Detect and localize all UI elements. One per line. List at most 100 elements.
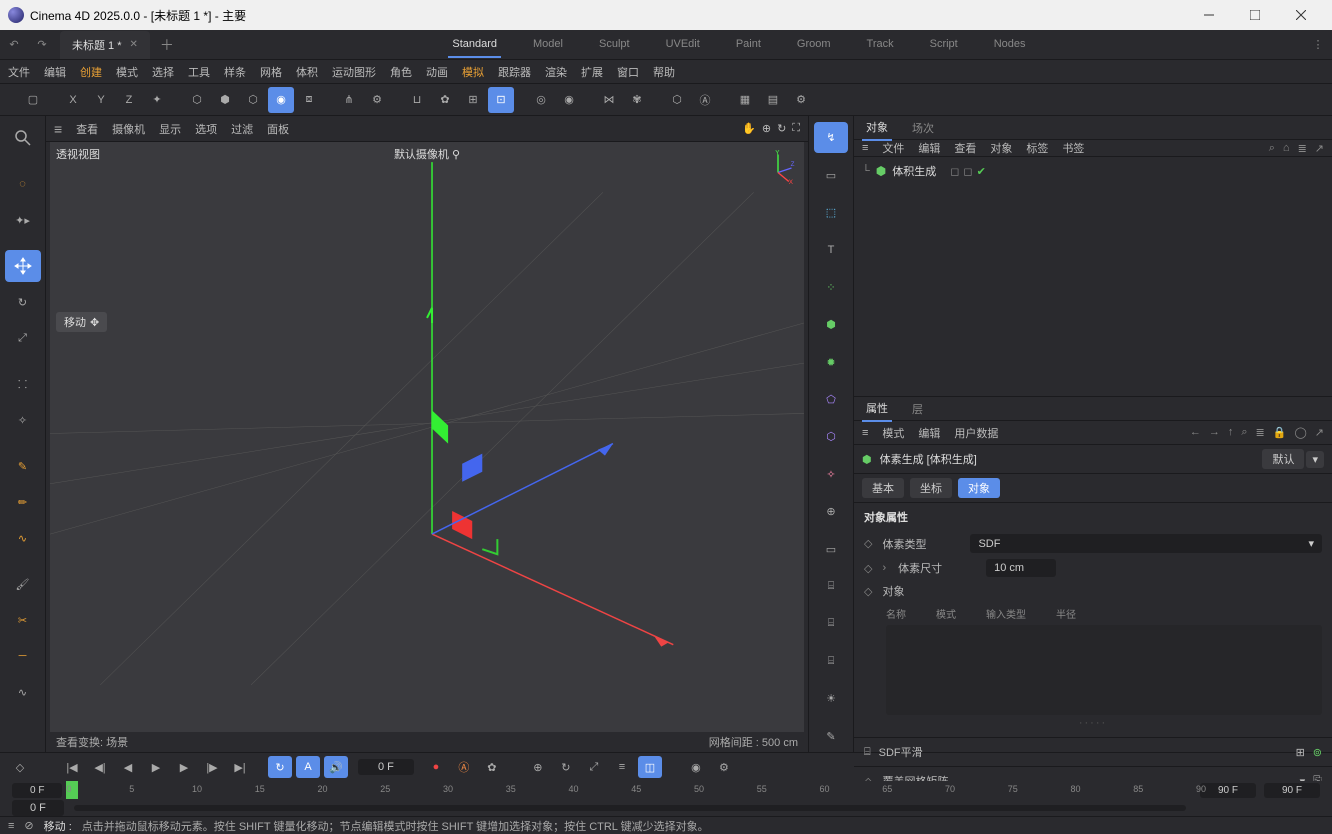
joint-icon[interactable]: ⋔	[336, 87, 362, 113]
spline-smooth-icon[interactable]: ∿	[5, 522, 41, 554]
vp-rotate-icon[interactable]: ↻	[777, 122, 786, 135]
axis-y-button[interactable]: Y	[88, 87, 114, 113]
attr-filter-icon[interactable]: ≣	[1256, 426, 1265, 439]
vp-zoom-icon[interactable]: ⊕	[762, 122, 771, 135]
scale-tool-button[interactable]: ⤢	[5, 322, 41, 354]
tl-prevframe-button[interactable]: ◀	[116, 756, 140, 778]
axis-z-button[interactable]: Z	[116, 87, 142, 113]
attr-preset-arrow[interactable]: ▾	[1306, 451, 1324, 468]
attr-lock-icon[interactable]: 🔒	[1273, 426, 1287, 439]
obj-menu-file[interactable]: 文件	[882, 140, 904, 156]
enabled-check-icon[interactable]: ✔	[977, 165, 986, 178]
status-hamburger-icon[interactable]: ≡	[8, 820, 14, 832]
spline-pen-icon[interactable]: ✎	[5, 450, 41, 482]
particles-icon[interactable]: ⁘	[814, 272, 848, 303]
workplane-icon[interactable]: ⊡	[488, 87, 514, 113]
mode-paint[interactable]: Paint	[732, 32, 765, 58]
mode-standard[interactable]: Standard	[448, 32, 501, 58]
maximize-button[interactable]	[1232, 0, 1278, 30]
text-icon[interactable]: T	[814, 234, 848, 265]
menu-tools[interactable]: 工具	[188, 64, 210, 80]
spline-palette-icon[interactable]: ↯	[814, 122, 848, 153]
component-edges-icon[interactable]: ✧	[5, 404, 41, 436]
rotate-tool-button[interactable]: ↻	[5, 286, 41, 318]
tl-a-button[interactable]: A	[296, 756, 320, 778]
tab-layers[interactable]: 层	[908, 397, 927, 421]
timeline-ruler[interactable]: 0 F 051015202530354045505560657075808590…	[0, 781, 1332, 799]
lasso-icon[interactable]: ∿	[5, 676, 41, 708]
object-name[interactable]: 体积生成	[892, 163, 936, 179]
mode-script[interactable]: Script	[926, 32, 962, 58]
sub-tab-object[interactable]: 对象	[958, 478, 1000, 498]
menu-spline[interactable]: 样条	[224, 64, 246, 80]
hex1-icon[interactable]: ⬡	[184, 87, 210, 113]
circle2-icon[interactable]: ◉	[556, 87, 582, 113]
gear2-icon[interactable]: ✹	[814, 346, 848, 377]
attr-search-icon[interactable]: ⌕	[1241, 426, 1247, 439]
attr-back-icon[interactable]: ←	[1190, 426, 1201, 439]
timeline-end-b[interactable]: 90 F	[1264, 783, 1320, 798]
frame-icon[interactable]: ▭	[814, 533, 848, 564]
tl-start-button[interactable]: |◀	[60, 756, 84, 778]
menu-volume[interactable]: 体积	[296, 64, 318, 80]
search-icon[interactable]	[5, 122, 41, 154]
attr-menu-edit[interactable]: 编辑	[918, 425, 940, 441]
tl-pla-icon[interactable]: ◫	[638, 756, 662, 778]
obj-menu-object[interactable]: 对象	[990, 140, 1012, 156]
menu-mesh[interactable]: 网格	[260, 64, 282, 80]
menu-help[interactable]: 帮助	[653, 64, 675, 80]
tl-record-button[interactable]: ●	[424, 756, 448, 778]
edit-panel-icon[interactable]: ✎	[814, 721, 848, 752]
vp-menu-panel[interactable]: 面板	[267, 121, 289, 137]
document-tab[interactable]: 未标题 1 * ✕	[60, 31, 150, 59]
add-tab-button[interactable]: ＋	[160, 35, 174, 55]
tl-sound-button[interactable]: 🔊	[324, 756, 348, 778]
mode-track[interactable]: Track	[863, 32, 898, 58]
attr-up-icon[interactable]: ↑	[1228, 426, 1234, 439]
grid-icon[interactable]: ⊞	[460, 87, 486, 113]
magnet-icon[interactable]: ⊔	[404, 87, 430, 113]
attr-preset-dropdown[interactable]: 默认	[1262, 449, 1304, 469]
tab-takes[interactable]: 场次	[908, 116, 938, 140]
sketch-icon[interactable]: ✏	[5, 486, 41, 518]
move-tool-button[interactable]	[5, 250, 41, 282]
hex3-icon[interactable]: ⬡	[240, 87, 266, 113]
obj-home-icon[interactable]: ⌂	[1283, 142, 1290, 155]
tab-close-icon[interactable]: ✕	[130, 39, 138, 50]
attr-hamburger-icon[interactable]: ≡	[862, 427, 868, 439]
minimize-button[interactable]	[1186, 0, 1232, 30]
cube-icon[interactable]: ⬚	[814, 197, 848, 228]
knife-icon[interactable]: ✂	[5, 604, 41, 636]
vis-render-icon[interactable]: ◻	[963, 165, 972, 178]
shape1-icon[interactable]: ⬠	[814, 384, 848, 415]
timeline-start[interactable]: 0 F	[12, 783, 62, 798]
obj-menu-bookmarks[interactable]: 书签	[1062, 140, 1084, 156]
voxel-size-input[interactable]: 10 cm	[986, 559, 1056, 577]
brush-icon[interactable]: 🖌	[5, 568, 41, 600]
menu-character[interactable]: 角色	[390, 64, 412, 80]
layout-options-icon[interactable]: ⋮	[1306, 33, 1330, 57]
vp-menu-filter[interactable]: 过滤	[231, 121, 253, 137]
tl-gear-icon[interactable]: ⚙	[712, 756, 736, 778]
tl-scl-icon[interactable]: ⤢	[582, 756, 606, 778]
cam2-icon[interactable]: ⌸	[814, 608, 848, 639]
current-frame-display[interactable]: 0 F	[358, 759, 414, 775]
undo-button[interactable]: ↶	[2, 33, 26, 57]
flower-icon[interactable]: ✾	[624, 87, 650, 113]
timeline-scrollbar[interactable]	[74, 805, 1186, 811]
tl-circle-icon[interactable]: ◉	[684, 756, 708, 778]
vp-hand-icon[interactable]: ✋	[742, 122, 756, 135]
obj-menu-view[interactable]: 查看	[954, 140, 976, 156]
vp-maximize-icon[interactable]: ⛶	[792, 122, 800, 135]
viewport[interactable]: 透视视图 默认摄像机 ⚲ 移动 ✥ Y Z X	[50, 142, 804, 732]
timeline-ruler-track[interactable]: 051015202530354045505560657075808590	[66, 781, 1196, 799]
tl-keyopt-button[interactable]: ✿	[480, 756, 504, 778]
tl-pos-icon[interactable]: ⊕	[526, 756, 550, 778]
live-select-icon[interactable]: ◌	[5, 168, 41, 200]
gear-icon[interactable]: ⚙	[364, 87, 390, 113]
range-start[interactable]: 0 F	[12, 800, 64, 816]
obj-menu-edit[interactable]: 编辑	[918, 140, 940, 156]
tl-autokey-button[interactable]: Ⓐ	[452, 756, 476, 778]
object-row[interactable]: └ ⬢ 体积生成 ◻ ◻ ✔	[862, 161, 1324, 181]
sub-tab-basic[interactable]: 基本	[862, 478, 904, 498]
